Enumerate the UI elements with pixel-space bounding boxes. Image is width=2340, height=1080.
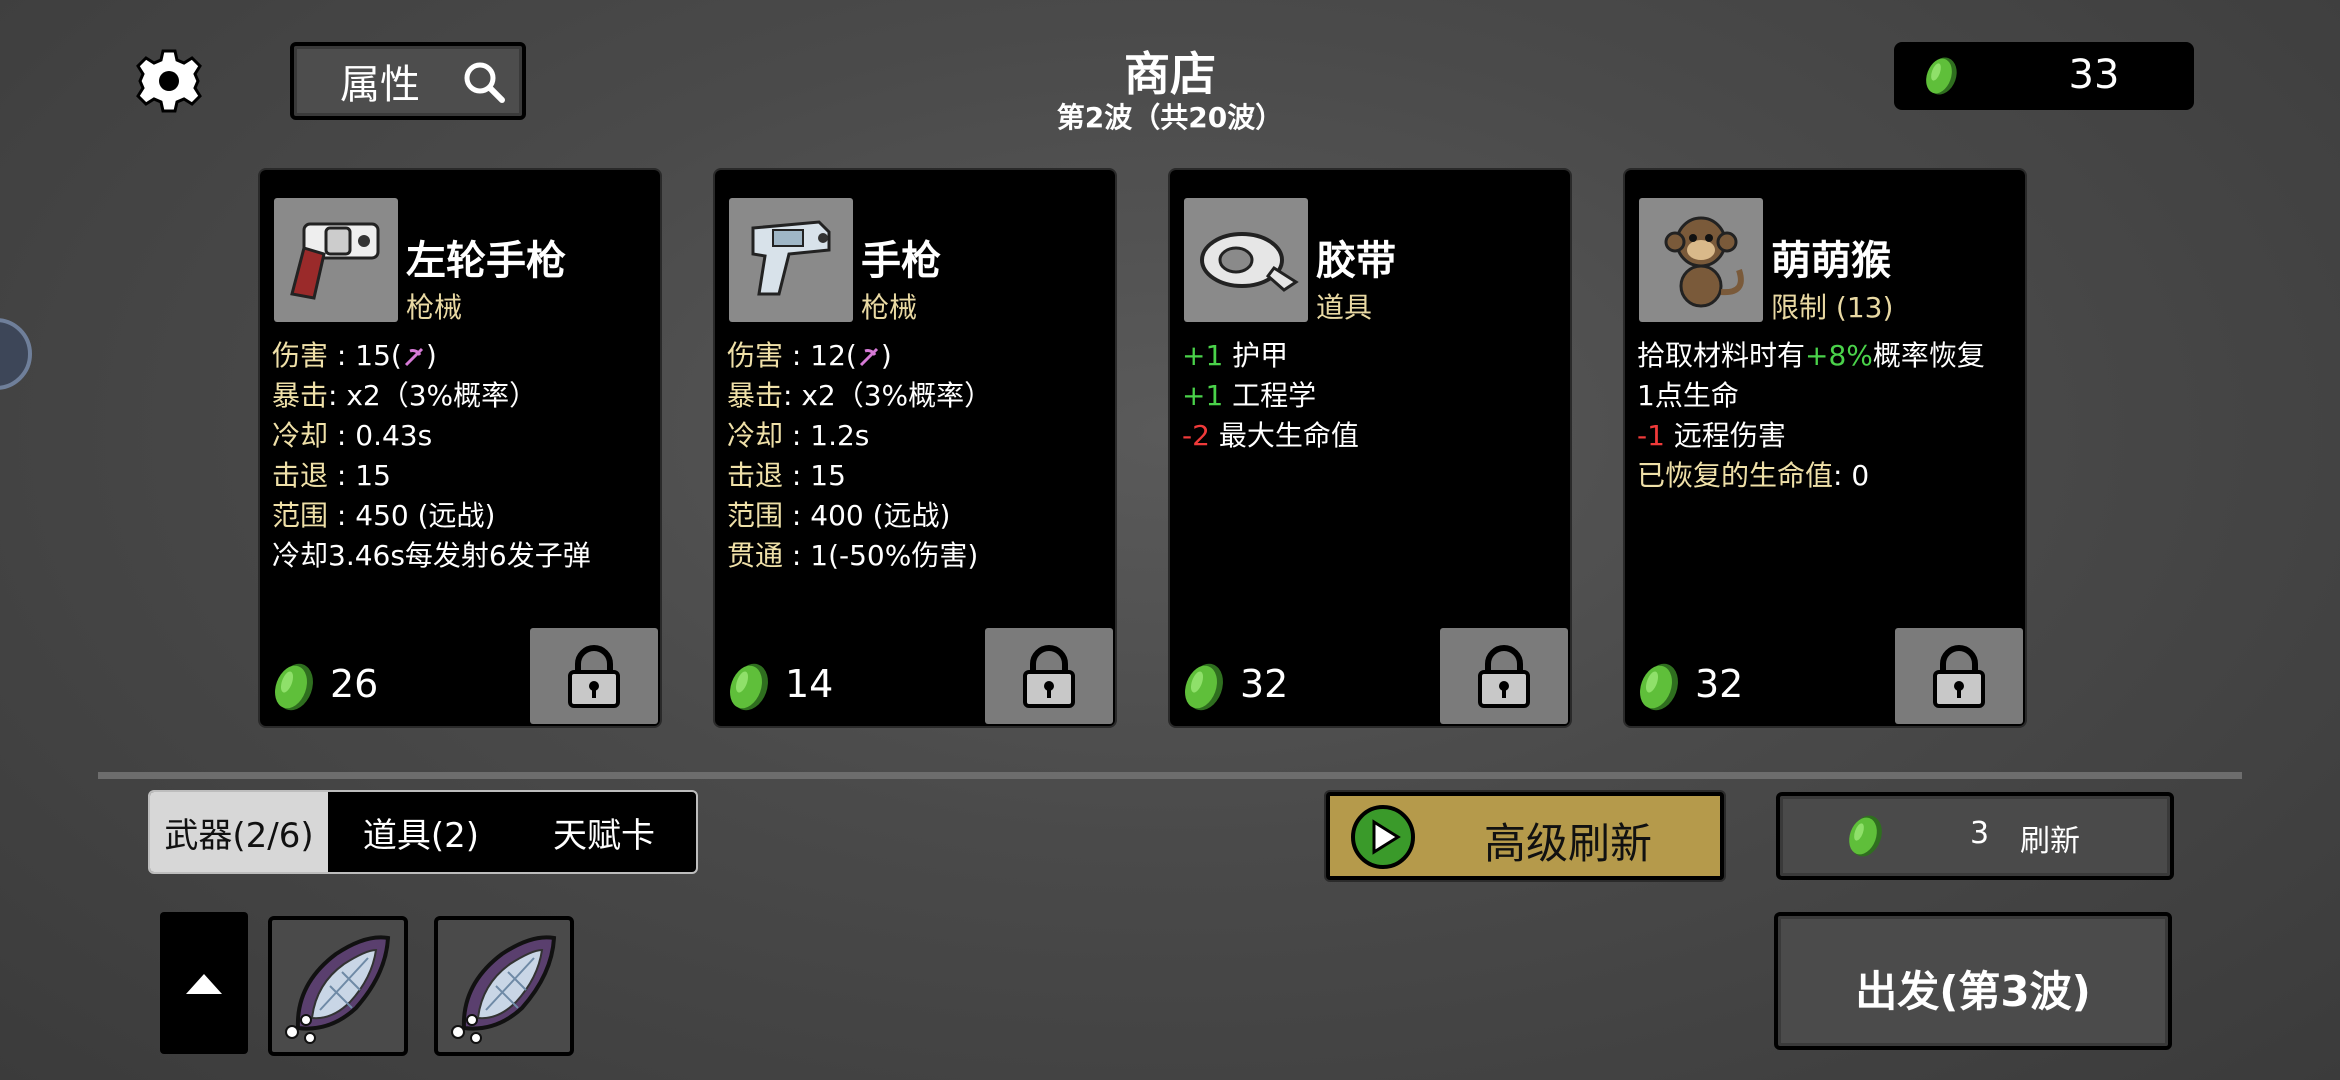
stat-damage: 伤害 : 15() xyxy=(272,339,437,372)
lock-button[interactable] xyxy=(1440,628,1568,724)
tape-icon xyxy=(1184,198,1308,322)
stat-knockback: 击退 : 15 xyxy=(272,459,391,492)
advanced-refresh-button[interactable]: 高级刷新 xyxy=(1326,792,1724,880)
material-coin-icon xyxy=(1849,815,1882,857)
item-type: 枪械 xyxy=(861,291,918,324)
play-ad-icon xyxy=(1351,805,1415,869)
search-icon xyxy=(464,62,505,103)
stat-special: 冷却3.46s每发射6发子弹 xyxy=(272,539,591,572)
stat-cooldown: 冷却 : 1.2s xyxy=(727,419,870,452)
material-coin-icon xyxy=(1926,57,1957,95)
item-name: 萌萌猴 xyxy=(1771,238,1891,284)
item-price: 32 xyxy=(1240,662,1289,706)
item-price: 14 xyxy=(785,662,834,706)
shop-card-tape[interactable]: 胶带 道具 +1 护甲 +1 工程学 -2 最大生命值 32 xyxy=(1170,170,1570,726)
gear-icon xyxy=(136,49,202,113)
item-name: 手枪 xyxy=(861,238,941,284)
refresh-button[interactable]: 3 刷新 xyxy=(1776,792,2174,880)
crystal-weapon-icon xyxy=(451,935,557,1044)
attributes-button[interactable]: 属性 xyxy=(290,42,526,120)
stat-crit: 暴击: x2（3%概率） xyxy=(272,379,538,412)
material-coin-icon xyxy=(730,663,768,711)
ranged-damage-icon xyxy=(404,347,423,367)
pistol-icon xyxy=(729,198,853,322)
item-name: 胶带 xyxy=(1316,238,1396,284)
item-type: 道具 xyxy=(1316,291,1373,324)
refresh-label: 刷新 xyxy=(2020,824,2080,859)
shop-card-revolver[interactable]: 左轮手枪 枪械 伤害 : 15() 暴击: x2（3%概率） 冷却 : 0.43… xyxy=(260,170,660,726)
item-stats: 拾取材料时有+8%概率恢复 1点生命 -1 远程伤害 已恢复的生命值: 0 xyxy=(1637,336,2017,496)
lock-icon xyxy=(1933,645,1985,708)
item-type: 限制 (13) xyxy=(1771,291,1894,324)
revolver-icon xyxy=(274,198,398,322)
tab-items[interactable]: 道具(2) xyxy=(328,792,514,872)
inventory-tabs: 武器(2/6) 道具(2) 天赋卡 xyxy=(148,790,698,874)
stat-engineering: +1 工程学 xyxy=(1182,379,1317,412)
stat-armor: +1 护甲 xyxy=(1182,339,1289,372)
lock-button[interactable] xyxy=(1895,628,2023,724)
item-type: 枪械 xyxy=(406,291,463,324)
stat-max-hp: -2 最大生命值 xyxy=(1182,419,1359,452)
side-indicator xyxy=(0,318,32,390)
stat-range: 范围 : 400 (远战) xyxy=(727,499,951,532)
stat-cooldown: 冷却 : 0.43s xyxy=(272,419,433,452)
attributes-label: 属性 xyxy=(340,62,420,108)
stat-pierce: 贯通 : 1(-50%伤害) xyxy=(727,539,979,572)
item-stats: 伤害 : 12() 暴击: x2（3%概率） 冷却 : 1.2s 击退 : 15… xyxy=(727,336,1107,576)
start-next-wave-button[interactable]: 出发(第3波) xyxy=(1774,912,2172,1050)
item-stats: 伤害 : 15() 暴击: x2（3%概率） 冷却 : 0.43s 击退 : 1… xyxy=(272,336,652,576)
shop-title: 商店 xyxy=(1124,47,1216,101)
item-name: 左轮手枪 xyxy=(406,238,566,284)
crystal-weapon-icon xyxy=(285,935,391,1044)
refresh-cost: 3 xyxy=(1970,816,1990,851)
item-price: 32 xyxy=(1695,662,1744,706)
monkey-icon xyxy=(1639,198,1763,322)
stat-knockback: 击退 : 15 xyxy=(727,459,846,492)
item-stats: +1 护甲 +1 工程学 -2 最大生命值 xyxy=(1182,336,1562,456)
stat-range: 范围 : 450 (远战) xyxy=(272,499,496,532)
stat-damage: 伤害 : 12() xyxy=(727,339,892,372)
chevron-up-icon xyxy=(186,974,222,994)
stat-heal-chance: 拾取材料时有+8%概率恢复 xyxy=(1637,339,1985,372)
stat-heal-amount: 1点生命 xyxy=(1637,379,1739,412)
wave-indicator: 第2波（共20波） xyxy=(1056,101,1284,134)
settings-button[interactable] xyxy=(136,48,202,114)
expand-inventory-button[interactable] xyxy=(160,912,248,1054)
lock-icon xyxy=(1023,645,1075,708)
shop-card-monkey[interactable]: 萌萌猴 限制 (13) 拾取材料时有+8%概率恢复 1点生命 -1 远程伤害 已… xyxy=(1625,170,2025,726)
inventory-slot[interactable] xyxy=(434,916,574,1056)
lock-button[interactable] xyxy=(530,628,658,724)
advanced-refresh-label: 高级刷新 xyxy=(1483,819,1652,868)
tab-talents[interactable]: 天赋卡 xyxy=(514,792,694,872)
material-coin-icon xyxy=(1640,663,1678,711)
materials-counter: 33 xyxy=(1894,42,2194,110)
material-coin-icon xyxy=(1185,663,1223,711)
stat-healed-total: 已恢复的生命值: 0 xyxy=(1637,459,1870,492)
shop-card-pistol[interactable]: 手枪 枪械 伤害 : 12() 暴击: x2（3%概率） 冷却 : 1.2s 击… xyxy=(715,170,1115,726)
ranged-damage-icon xyxy=(859,347,878,367)
divider xyxy=(98,772,2242,779)
materials-value: 33 xyxy=(2068,52,2120,98)
lock-icon xyxy=(1478,645,1530,708)
lock-icon xyxy=(568,645,620,708)
lock-button[interactable] xyxy=(985,628,1113,724)
start-next-wave-label: 出发(第3波) xyxy=(1855,967,2091,1016)
inventory-slot[interactable] xyxy=(268,916,408,1056)
material-coin-icon xyxy=(275,663,313,711)
stat-crit: 暴击: x2（3%概率） xyxy=(727,379,993,412)
stat-ranged-damage: -1 远程伤害 xyxy=(1637,419,1786,452)
item-price: 26 xyxy=(330,662,379,706)
tab-weapons[interactable]: 武器(2/6) xyxy=(150,792,328,872)
